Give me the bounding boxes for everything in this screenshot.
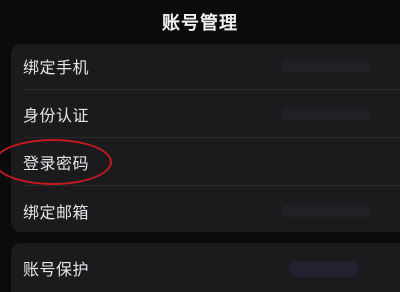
row-divider [23, 137, 400, 138]
bound-phone-value [281, 60, 371, 72]
account-management-screen: 账号管理 绑定手机 身份认证 登录密码 绑定邮箱 账号保护 [0, 0, 400, 292]
settings-row-label: 绑定手机 [23, 58, 90, 77]
row-divider [23, 89, 400, 90]
account-settings-group: 绑定手机 身份认证 登录密码 绑定邮箱 [11, 44, 400, 232]
settings-row-login-password[interactable]: 登录密码 [11, 142, 400, 182]
settings-row-bind-phone[interactable]: 绑定手机 [11, 46, 400, 86]
settings-row-label: 绑定邮箱 [23, 203, 90, 222]
page-title: 账号管理 [162, 13, 238, 34]
settings-row-identity-verification[interactable]: 身份认证 [11, 94, 400, 134]
account-protection-toggle[interactable] [289, 261, 359, 277]
identity-status-value [281, 108, 371, 120]
settings-row-label: 账号保护 [23, 260, 90, 279]
settings-row-account-protection[interactable]: 账号保护 [11, 248, 400, 288]
security-group: 账号保护 [11, 243, 400, 292]
bound-email-value [281, 205, 371, 217]
settings-row-bind-email[interactable]: 绑定邮箱 [11, 191, 400, 231]
row-divider [23, 185, 400, 186]
settings-row-label: 登录密码 [23, 154, 90, 173]
navigation-bar: 账号管理 [0, 0, 400, 44]
settings-row-label: 身份认证 [23, 106, 90, 125]
